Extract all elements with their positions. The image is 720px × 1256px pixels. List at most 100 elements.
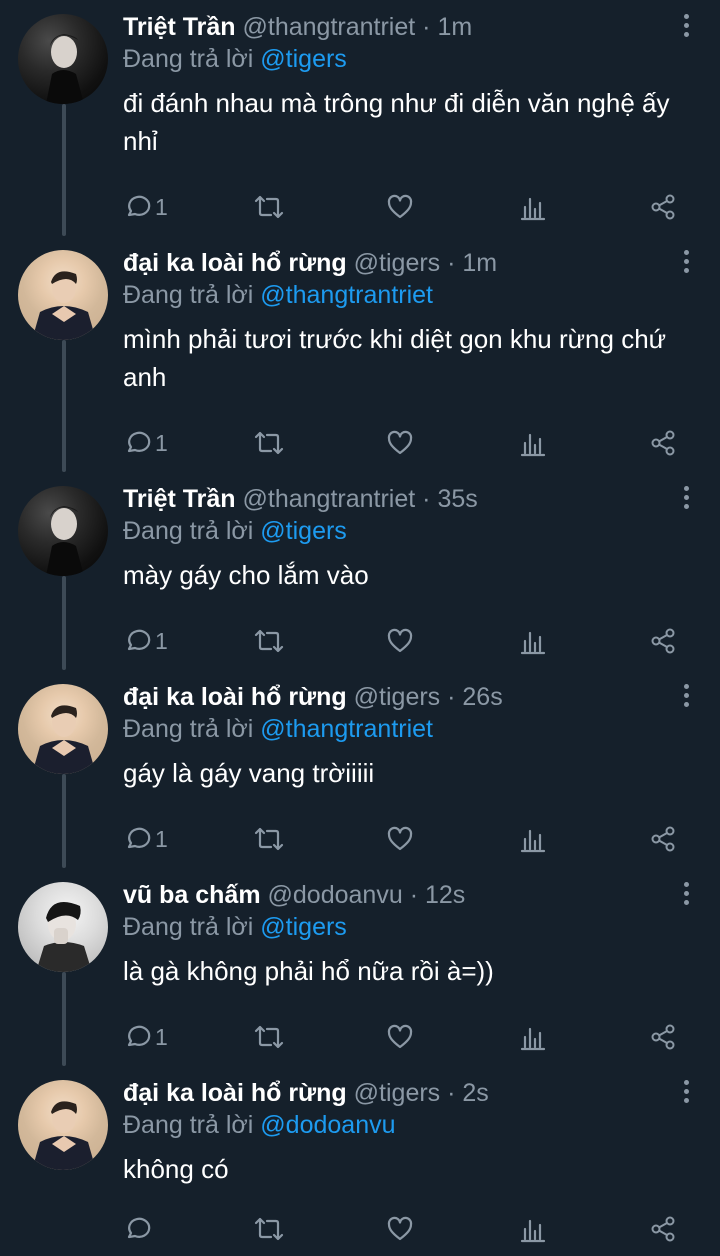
like-button[interactable]: [386, 822, 414, 856]
like-button[interactable]: [386, 190, 414, 224]
tweet-actions: 1: [123, 426, 683, 460]
more-icon[interactable]: [682, 1080, 690, 1106]
like-button[interactable]: [386, 426, 414, 460]
share-button[interactable]: [649, 1212, 677, 1246]
replying-to: Đang trả lời @thangtrantriet: [123, 280, 680, 310]
avatar[interactable]: [18, 14, 108, 104]
tweet-header: đại ka loài hổ rừng @tigers · 1m: [123, 246, 680, 280]
avatar[interactable]: [18, 1080, 108, 1170]
analytics-button[interactable]: [519, 190, 547, 224]
user-handle[interactable]: @dodoanvu: [268, 881, 403, 909]
share-button[interactable]: [649, 822, 677, 856]
user-handle[interactable]: @thangtrantriet: [243, 485, 416, 513]
tweet[interactable]: Triệt Trần @thangtrantriet · 35s Đang tr…: [0, 472, 720, 670]
tweet-text: mày gáy cho lắm vào: [123, 560, 369, 590]
like-button[interactable]: [386, 1020, 414, 1054]
mention-link[interactable]: @dodoanvu: [260, 1111, 395, 1139]
retweet-button[interactable]: [253, 1212, 285, 1246]
display-name[interactable]: Triệt Trần: [123, 485, 236, 513]
reply-count: 1: [155, 1023, 168, 1050]
reply-prefix: Đang trả lời: [123, 913, 254, 941]
thread-line: [62, 972, 66, 1066]
display-name[interactable]: vũ ba chấm: [123, 881, 261, 909]
retweet-button[interactable]: [253, 426, 285, 460]
retweet-button[interactable]: [253, 624, 285, 658]
retweet-icon: [254, 1217, 284, 1241]
tweet-actions: 1: [123, 822, 683, 856]
reply-icon: [127, 1217, 151, 1239]
like-icon: [387, 628, 413, 653]
analytics-button[interactable]: [519, 822, 547, 856]
avatar-figure-icon: [36, 902, 92, 972]
separator: ·: [422, 485, 431, 513]
tweet[interactable]: đại ka loài hổ rừng @tigers · 26s Đang t…: [0, 670, 720, 868]
tweet[interactable]: vũ ba chấm @dodoanvu · 12s Đang trả lời …: [0, 868, 720, 1066]
share-button[interactable]: [649, 190, 677, 224]
like-button[interactable]: [386, 1212, 414, 1246]
avatar[interactable]: [18, 882, 108, 972]
reply-prefix: Đang trả lời: [123, 517, 254, 545]
reply-button[interactable]: 1: [123, 822, 168, 856]
reply-button[interactable]: 1: [123, 624, 168, 658]
display-name[interactable]: đại ka loài hổ rừng: [123, 1079, 347, 1107]
analytics-icon: [520, 829, 546, 853]
user-handle[interactable]: @tigers: [354, 1079, 441, 1107]
display-name[interactable]: Triệt Trần: [123, 13, 236, 41]
timestamp: 35s: [437, 485, 478, 513]
more-icon[interactable]: [682, 250, 690, 276]
more-icon[interactable]: [682, 14, 690, 40]
more-icon[interactable]: [682, 882, 690, 908]
tweet-header: đại ka loài hổ rừng @tigers · 26s: [123, 680, 680, 714]
like-icon: [387, 1024, 413, 1049]
share-icon: [651, 194, 675, 220]
timestamp: 1m: [462, 249, 498, 277]
replying-to: Đang trả lời @tigers: [123, 912, 680, 942]
mention-link[interactable]: @tigers: [260, 45, 347, 73]
display-name[interactable]: đại ka loài hổ rừng: [123, 683, 347, 711]
mention-link[interactable]: @tigers: [260, 913, 347, 941]
tweet-text: đi đánh nhau mà trông như đi diễn văn ng…: [123, 88, 670, 156]
mention-link[interactable]: @thangtrantriet: [260, 715, 433, 743]
share-button[interactable]: [649, 624, 677, 658]
reply-icon: [127, 827, 151, 849]
reply-button[interactable]: 1: [123, 190, 168, 224]
user-handle[interactable]: @tigers: [354, 249, 441, 277]
analytics-button[interactable]: [519, 1212, 547, 1246]
reply-icon: [127, 431, 151, 453]
avatar[interactable]: [18, 684, 108, 774]
reply-button[interactable]: [123, 1212, 155, 1246]
share-icon: [651, 826, 675, 852]
tweet-header: Triệt Trần @thangtrantriet · 35s: [123, 482, 680, 516]
more-icon[interactable]: [682, 486, 690, 512]
like-button[interactable]: [386, 624, 414, 658]
share-icon: [651, 628, 675, 654]
analytics-button[interactable]: [519, 426, 547, 460]
analytics-icon: [520, 1027, 546, 1051]
separator: ·: [409, 881, 419, 909]
analytics-button[interactable]: [519, 624, 547, 658]
avatar[interactable]: [18, 486, 108, 576]
retweet-button[interactable]: [253, 822, 285, 856]
avatar[interactable]: [18, 250, 108, 340]
mention-link[interactable]: @thangtrantriet: [260, 281, 433, 309]
reply-button[interactable]: 1: [123, 426, 168, 460]
reply-button[interactable]: 1: [123, 1020, 168, 1054]
retweet-icon: [254, 1025, 284, 1049]
tweet[interactable]: đại ka loài hổ rừng @tigers · 1m Đang tr…: [0, 236, 720, 472]
display-name[interactable]: đại ka loài hổ rừng: [123, 249, 347, 277]
tweet[interactable]: Triệt Trần @thangtrantriet · 1m Đang trả…: [0, 0, 720, 236]
share-button[interactable]: [649, 1020, 677, 1054]
analytics-button[interactable]: [519, 1020, 547, 1054]
tweet-actions: 1: [123, 624, 683, 658]
share-button[interactable]: [649, 426, 677, 460]
reply-prefix: Đang trả lời: [123, 45, 254, 73]
mention-link[interactable]: @tigers: [260, 517, 347, 545]
tweet-header: vũ ba chấm @dodoanvu · 12s: [123, 878, 680, 912]
tweet[interactable]: đại ka loài hổ rừng @tigers · 2s Đang tr…: [0, 1066, 720, 1256]
user-handle[interactable]: @tigers: [354, 683, 441, 711]
retweet-button[interactable]: [253, 190, 285, 224]
retweet-button[interactable]: [253, 1020, 285, 1054]
tweet-text: gáy là gáy vang trờiiiii: [123, 758, 375, 788]
user-handle[interactable]: @thangtrantriet: [243, 13, 416, 41]
more-icon[interactable]: [682, 684, 690, 710]
